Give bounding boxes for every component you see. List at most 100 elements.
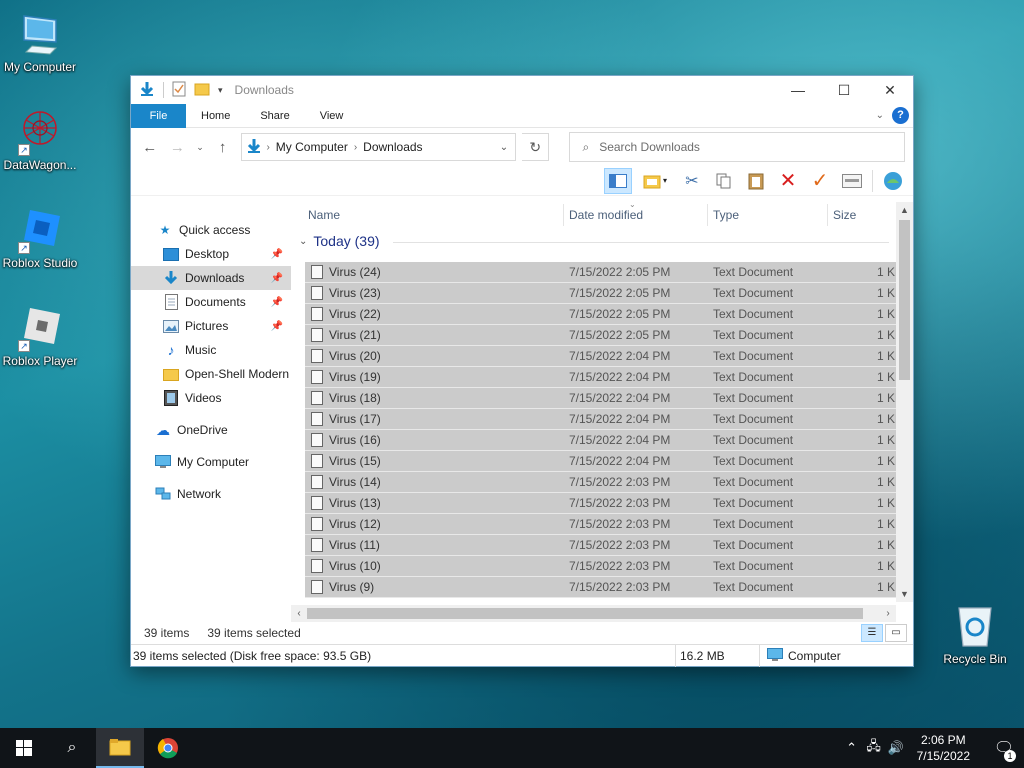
window-title: Downloads xyxy=(234,83,294,97)
chevron-right-icon[interactable]: › xyxy=(354,142,357,153)
customize-dropdown-icon[interactable]: ▾ xyxy=(218,85,223,96)
refresh-button[interactable]: ↻ xyxy=(521,133,550,161)
sidebar-item-my-computer[interactable]: My Computer xyxy=(131,450,291,474)
breadcrumb-downloads[interactable]: Downloads xyxy=(363,140,422,154)
pin-icon[interactable]: 📌 xyxy=(271,273,283,284)
tab-view[interactable]: View xyxy=(305,104,359,128)
sidebar-item-music[interactable]: ♪ Music xyxy=(131,338,291,362)
desktop-icon-roblox-player[interactable]: ↗ Roblox Player xyxy=(0,304,80,368)
recent-locations-dropdown[interactable]: ⌄ xyxy=(194,142,206,153)
sidebar-item-desktop[interactable]: Desktop 📌 xyxy=(131,242,291,266)
search-icon[interactable]: ⌕ xyxy=(48,728,96,768)
group-header-today[interactable]: ⌄ Today (39) xyxy=(293,228,913,254)
search-icon: ⌕ xyxy=(582,139,590,154)
tab-file[interactable]: File xyxy=(131,103,186,128)
sidebar-item-onedrive[interactable]: ☁ OneDrive xyxy=(131,418,291,442)
column-header-type[interactable]: Type xyxy=(713,208,739,222)
chevron-right-icon[interactable]: › xyxy=(266,142,269,153)
address-dropdown-icon[interactable]: ⌄ xyxy=(493,142,515,153)
file-row[interactable]: Virus (10) 7/15/2022 2:03 PM Text Document… xyxy=(305,556,903,577)
taskbar-file-explorer[interactable] xyxy=(96,728,144,768)
close-button[interactable]: ✕ xyxy=(867,76,913,104)
pin-icon[interactable]: 📌 xyxy=(271,249,283,260)
show-hidden-icons-chevron-icon[interactable]: ⌃ xyxy=(841,740,863,756)
file-row[interactable]: Virus (19) 7/15/2022 2:04 PM Text Document… xyxy=(305,367,903,388)
sidebar-item-network[interactable]: Network xyxy=(131,482,291,506)
search-input[interactable]: ⌕ Search Downloads xyxy=(569,132,905,162)
column-header-size[interactable]: Size xyxy=(833,208,856,222)
scrollbar-thumb[interactable] xyxy=(307,608,863,619)
chevron-down-icon[interactable]: ⌄ xyxy=(299,236,307,247)
details-view-button[interactable]: ☰ xyxy=(861,624,883,642)
file-name: Virus (13) xyxy=(329,496,381,510)
scroll-up-arrow-icon[interactable]: ▲ xyxy=(896,202,913,218)
breadcrumb-my-computer[interactable]: My Computer xyxy=(276,140,348,154)
tab-home[interactable]: Home xyxy=(186,104,245,128)
action-center-button[interactable]: 🗨 1 xyxy=(984,738,1024,762)
desktop-icon-my-computer[interactable]: My Computer xyxy=(0,10,80,74)
file-name: Virus (9) xyxy=(329,580,375,594)
large-icons-view-button[interactable]: ▭ xyxy=(885,624,907,642)
navigation-pane-toggle[interactable] xyxy=(604,167,632,194)
file-row[interactable]: Virus (11) 7/15/2022 2:03 PM Text Document… xyxy=(305,535,903,556)
file-row[interactable]: Virus (22) 7/15/2022 2:05 PM Text Document… xyxy=(305,304,903,325)
properties-icon[interactable] xyxy=(838,168,866,194)
file-row[interactable]: Virus (13) 7/15/2022 2:03 PM Text Document… xyxy=(305,493,903,514)
forward-button[interactable]: → xyxy=(167,139,189,156)
sidebar-item-videos[interactable]: Videos xyxy=(131,386,291,410)
new-folder-icon[interactable] xyxy=(194,81,210,100)
pin-icon[interactable]: 📌 xyxy=(271,321,283,332)
text-document-icon xyxy=(311,580,323,594)
internet-options-icon[interactable] xyxy=(879,168,907,194)
sidebar-item-downloads[interactable]: Downloads 📌 xyxy=(131,266,291,290)
checkmark-icon[interactable]: ✓ xyxy=(806,168,834,194)
file-row[interactable]: Virus (12) 7/15/2022 2:03 PM Text Document… xyxy=(305,514,903,535)
desktop-icon-datawagon[interactable]: ↗ DataWagon... xyxy=(0,108,80,172)
file-row[interactable]: Virus (9) 7/15/2022 2:03 PM Text Document 1… xyxy=(305,577,903,598)
start-button[interactable] xyxy=(0,728,48,768)
tab-share[interactable]: Share xyxy=(245,104,304,128)
clock[interactable]: 2:06 PM 7/15/2022 xyxy=(917,732,970,764)
file-row[interactable]: Virus (14) 7/15/2022 2:03 PM Text Document… xyxy=(305,472,903,493)
properties-icon[interactable] xyxy=(172,81,186,100)
cut-icon[interactable]: ✂ xyxy=(678,168,706,194)
taskbar-chrome[interactable] xyxy=(144,728,192,768)
column-header-date[interactable]: Date modified xyxy=(569,208,643,222)
file-row[interactable]: Virus (24) 7/15/2022 2:05 PM Text Document… xyxy=(305,262,903,283)
back-button[interactable]: ← xyxy=(139,139,161,156)
delete-icon[interactable]: ✕ xyxy=(774,168,802,194)
scroll-left-arrow-icon[interactable]: ‹ xyxy=(291,605,307,622)
minimize-button[interactable]: — xyxy=(775,76,821,104)
ribbon-tabs: File Home Share View ⌄ ? xyxy=(131,103,913,128)
sidebar-item-quick-access[interactable]: ★ Quick access xyxy=(131,218,291,242)
maximize-button[interactable]: ☐ xyxy=(821,76,867,104)
address-bar[interactable]: › My Computer › Downloads ⌄ xyxy=(241,133,516,161)
horizontal-scrollbar[interactable]: ‹ › xyxy=(291,605,896,622)
folder-view-dropdown[interactable]: ▾ xyxy=(636,168,674,194)
desktop-icon-roblox-studio[interactable]: ↗ Roblox Studio xyxy=(0,206,80,270)
file-row[interactable]: Virus (16) 7/15/2022 2:04 PM Text Document… xyxy=(305,430,903,451)
file-row[interactable]: Virus (18) 7/15/2022 2:04 PM Text Document… xyxy=(305,388,903,409)
pin-icon[interactable]: 📌 xyxy=(271,297,283,308)
sidebar-item-documents[interactable]: Documents 📌 xyxy=(131,290,291,314)
file-row[interactable]: Virus (17) 7/15/2022 2:04 PM Text Document… xyxy=(305,409,903,430)
file-row[interactable]: Virus (23) 7/15/2022 2:05 PM Text Document… xyxy=(305,283,903,304)
file-row[interactable]: Virus (20) 7/15/2022 2:04 PM Text Document… xyxy=(305,346,903,367)
file-row[interactable]: Virus (21) 7/15/2022 2:05 PM Text Document… xyxy=(305,325,903,346)
desktop-icon-recycle-bin[interactable]: Recycle Bin xyxy=(935,602,1015,666)
sidebar-item-pictures[interactable]: Pictures 📌 xyxy=(131,314,291,338)
sidebar-item-open-shell[interactable]: Open-Shell Modern xyxy=(131,362,291,386)
column-header-name[interactable]: Name xyxy=(308,208,340,222)
scroll-down-arrow-icon[interactable]: ▼ xyxy=(896,586,913,602)
paste-icon[interactable] xyxy=(742,168,770,194)
file-row[interactable]: Virus (15) 7/15/2022 2:04 PM Text Document… xyxy=(305,451,903,472)
expand-ribbon-icon[interactable]: ⌄ xyxy=(876,110,884,121)
volume-icon[interactable]: 🔊 xyxy=(885,740,907,756)
help-button[interactable]: ? xyxy=(892,107,909,124)
network-status-icon[interactable]: 🖧 xyxy=(863,737,885,759)
scrollbar-thumb[interactable] xyxy=(899,220,910,380)
scroll-right-arrow-icon[interactable]: › xyxy=(880,605,896,622)
copy-icon[interactable] xyxy=(710,168,738,194)
vertical-scrollbar[interactable]: ▲ ▼ xyxy=(896,202,913,602)
up-button[interactable]: ↑ xyxy=(212,139,234,156)
